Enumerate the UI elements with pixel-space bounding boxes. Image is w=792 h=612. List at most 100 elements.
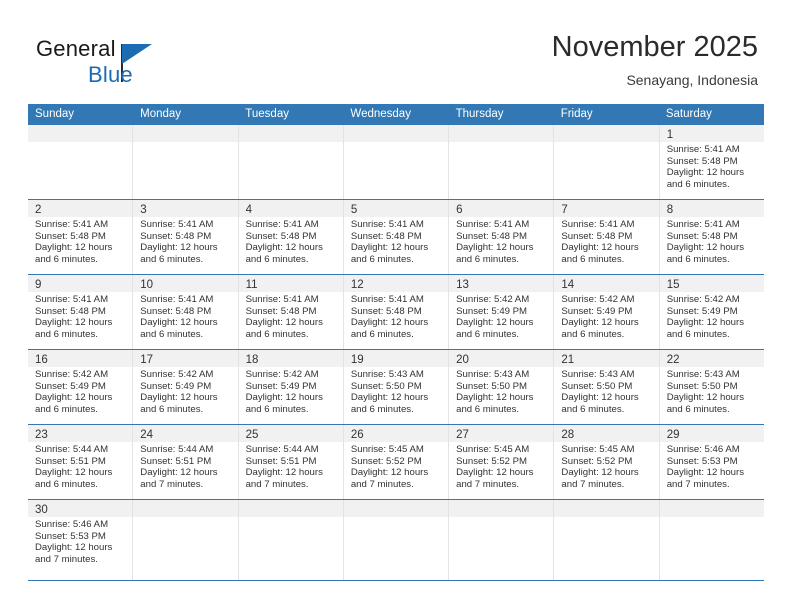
day-detail-list: Sunrise: 5:42 AM Sunset: 5:49 PM Daylight:… bbox=[239, 367, 343, 415]
sunset-text: Sunset: 5:49 PM bbox=[456, 305, 528, 317]
day-number-band: 27 bbox=[449, 425, 554, 442]
day-detail-list: Sunrise: 5:45 AM Sunset: 5:52 PM Daylight:… bbox=[449, 442, 553, 490]
calendar-day-cell[interactable]: 4 Sunrise: 5:41 AM Sunset: 5:48 PM Daylight… bbox=[238, 200, 344, 274]
calendar-day-cell-empty bbox=[554, 500, 660, 580]
daylight-text: and 6 minutes. bbox=[666, 403, 730, 415]
brand-name-bottom: Blue bbox=[88, 62, 133, 87]
daylight-text: Daylight: 12 hours bbox=[350, 392, 429, 404]
calendar-day-cell[interactable]: 11 Sunrise: 5:41 AM Sunset: 5:48 PM Dayligh… bbox=[238, 275, 344, 349]
sunset-text: Sunset: 5:52 PM bbox=[561, 455, 633, 467]
brand-logo[interactable]: General Blue bbox=[36, 36, 186, 92]
calendar-day-cell[interactable]: 6 Sunrise: 5:41 AM Sunset: 5:48 PM Daylight… bbox=[449, 200, 555, 274]
day-detail-list bbox=[449, 517, 553, 519]
calendar-week-row: 2 Sunrise: 5:41 AM Sunset: 5:48 PM Daylight… bbox=[28, 200, 764, 275]
calendar-day-cell[interactable]: 20 Sunrise: 5:43 AM Sunset: 5:50 PM Dayligh… bbox=[449, 350, 555, 424]
day-number: 16 bbox=[35, 354, 48, 366]
day-detail-list: Sunrise: 5:44 AM Sunset: 5:51 PM Daylight:… bbox=[133, 442, 237, 490]
day-detail-list bbox=[554, 142, 658, 144]
day-detail-list bbox=[239, 517, 343, 519]
day-detail-list: Sunrise: 5:44 AM Sunset: 5:51 PM Daylight:… bbox=[239, 442, 343, 490]
calendar-day-cell[interactable]: 29 Sunrise: 5:46 AM Sunset: 5:53 PM Dayligh… bbox=[659, 425, 764, 499]
sunset-text: Sunset: 5:49 PM bbox=[35, 380, 106, 392]
calendar-day-cell[interactable]: 13 Sunrise: 5:42 AM Sunset: 5:49 PM Dayligh… bbox=[449, 275, 555, 349]
calendar-day-cell-empty bbox=[343, 500, 450, 580]
daylight-text: and 6 minutes. bbox=[35, 478, 98, 490]
daylight-text: and 7 minutes. bbox=[456, 478, 520, 490]
calendar-grid: Sunday Monday Tuesday Wednesday Thursday… bbox=[28, 104, 764, 581]
calendar-day-cell[interactable]: 2 Sunrise: 5:41 AM Sunset: 5:48 PM Daylight… bbox=[28, 200, 134, 274]
calendar-day-cell[interactable]: 22 Sunrise: 5:43 AM Sunset: 5:50 PM Dayligh… bbox=[659, 350, 764, 424]
daylight-text: Daylight: 12 hours bbox=[245, 242, 323, 254]
calendar-day-cell[interactable]: 16 Sunrise: 5:42 AM Sunset: 5:49 PM Dayligh… bbox=[28, 350, 134, 424]
calendar-day-cell[interactable]: 21 Sunrise: 5:43 AM Sunset: 5:50 PM Dayligh… bbox=[554, 350, 660, 424]
calendar-day-cell[interactable]: 19 Sunrise: 5:43 AM Sunset: 5:50 PM Dayligh… bbox=[343, 350, 450, 424]
sunrise-text: Sunrise: 5:42 AM bbox=[35, 369, 109, 380]
day-detail-list bbox=[660, 517, 764, 519]
calendar-day-cell-empty bbox=[238, 125, 344, 199]
sunset-text: Sunset: 5:48 PM bbox=[245, 305, 317, 317]
day-number-band bbox=[133, 500, 238, 517]
weekday-header-tuesday: Tuesday bbox=[245, 108, 289, 120]
day-number-band: 12 bbox=[343, 275, 449, 292]
daylight-text: Daylight: 12 hours bbox=[140, 392, 218, 404]
sunset-text: Sunset: 5:48 PM bbox=[350, 230, 422, 242]
sunrise-text: Sunrise: 5:42 AM bbox=[666, 294, 740, 305]
calendar-week-row: 16 Sunrise: 5:42 AM Sunset: 5:49 PM Dayligh… bbox=[28, 350, 764, 425]
sunrise-text: Sunrise: 5:42 AM bbox=[245, 369, 319, 380]
daylight-text: Daylight: 12 hours bbox=[35, 542, 113, 554]
daylight-text: and 6 minutes. bbox=[245, 253, 309, 265]
day-detail-list bbox=[239, 142, 343, 144]
day-number: 4 bbox=[245, 204, 252, 216]
day-detail-list bbox=[28, 142, 132, 144]
day-number-band: 24 bbox=[133, 425, 238, 442]
daylight-text: Daylight: 12 hours bbox=[561, 242, 639, 254]
calendar-day-cell[interactable]: 10 Sunrise: 5:41 AM Sunset: 5:48 PM Dayligh… bbox=[133, 275, 239, 349]
daylight-text: and 7 minutes. bbox=[350, 478, 414, 490]
calendar-day-cell[interactable]: 25 Sunrise: 5:44 AM Sunset: 5:51 PM Dayligh… bbox=[238, 425, 344, 499]
calendar-day-cell[interactable]: 5 Sunrise: 5:41 AM Sunset: 5:48 PM Daylight… bbox=[343, 200, 450, 274]
calendar-day-cell[interactable]: 17 Sunrise: 5:42 AM Sunset: 5:49 PM Dayligh… bbox=[133, 350, 239, 424]
day-number-band bbox=[449, 500, 554, 517]
day-number: 29 bbox=[666, 429, 680, 441]
day-number-band: 22 bbox=[659, 350, 764, 367]
day-number-band: 26 bbox=[343, 425, 449, 442]
day-number: 2 bbox=[35, 204, 42, 216]
sunset-text: Sunset: 5:53 PM bbox=[35, 530, 106, 542]
sunset-text: Sunset: 5:49 PM bbox=[140, 380, 212, 392]
calendar-day-cell[interactable]: 7 Sunrise: 5:41 AM Sunset: 5:48 PM Daylight… bbox=[554, 200, 660, 274]
calendar-day-cell[interactable]: 23 Sunrise: 5:44 AM Sunset: 5:51 PM Dayligh… bbox=[28, 425, 134, 499]
daylight-text: and 7 minutes. bbox=[35, 553, 98, 565]
day-number-band: 18 bbox=[238, 350, 343, 367]
calendar-day-cell[interactable]: 8 Sunrise: 5:41 AM Sunset: 5:48 PM Daylight… bbox=[659, 200, 764, 274]
calendar-day-cell[interactable]: 9 Sunrise: 5:41 AM Sunset: 5:48 PM Daylight… bbox=[28, 275, 134, 349]
calendar-day-cell-empty bbox=[28, 125, 134, 199]
calendar-day-cell[interactable]: 1 Sunrise: 5:41 AM Sunset: 5:48 PM Daylight… bbox=[659, 125, 764, 199]
calendar-day-cell[interactable]: 12 Sunrise: 5:41 AM Sunset: 5:48 PM Dayligh… bbox=[343, 275, 450, 349]
sunset-text: Sunset: 5:49 PM bbox=[666, 305, 738, 317]
brand-name-top: General bbox=[36, 36, 116, 61]
day-number: 14 bbox=[561, 279, 575, 291]
day-number-band bbox=[343, 500, 449, 517]
calendar-day-cell[interactable]: 18 Sunrise: 5:42 AM Sunset: 5:49 PM Dayligh… bbox=[238, 350, 344, 424]
calendar-day-cell[interactable]: 27 Sunrise: 5:45 AM Sunset: 5:52 PM Dayligh… bbox=[449, 425, 555, 499]
calendar-day-cell[interactable]: 28 Sunrise: 5:45 AM Sunset: 5:52 PM Dayligh… bbox=[554, 425, 660, 499]
daylight-text: and 6 minutes. bbox=[666, 178, 730, 190]
day-number-band: 10 bbox=[133, 275, 238, 292]
sunset-text: Sunset: 5:48 PM bbox=[456, 230, 528, 242]
day-detail-list: Sunrise: 5:41 AM Sunset: 5:48 PM Daylight:… bbox=[344, 292, 448, 340]
page-title: November 2025 bbox=[551, 31, 758, 63]
calendar-day-cell[interactable]: 30 Sunrise: 5:46 AM Sunset: 5:53 PM Dayligh… bbox=[28, 500, 134, 580]
daylight-text: Daylight: 12 hours bbox=[245, 392, 323, 404]
calendar-day-cell[interactable]: 24 Sunrise: 5:44 AM Sunset: 5:51 PM Dayligh… bbox=[133, 425, 239, 499]
sunset-text: Sunset: 5:51 PM bbox=[140, 455, 212, 467]
calendar-day-cell[interactable]: 3 Sunrise: 5:41 AM Sunset: 5:48 PM Daylight… bbox=[133, 200, 239, 274]
day-detail-list: Sunrise: 5:41 AM Sunset: 5:48 PM Daylight:… bbox=[239, 292, 343, 340]
sunrise-text: Sunrise: 5:44 AM bbox=[245, 444, 319, 455]
day-detail-list bbox=[344, 517, 448, 519]
day-number: 8 bbox=[666, 204, 674, 216]
calendar-day-cell[interactable]: 15 Sunrise: 5:42 AM Sunset: 5:49 PM Dayligh… bbox=[659, 275, 764, 349]
calendar-day-cell[interactable]: 14 Sunrise: 5:42 AM Sunset: 5:49 PM Dayligh… bbox=[554, 275, 660, 349]
calendar-day-cell[interactable]: 26 Sunrise: 5:45 AM Sunset: 5:52 PM Dayligh… bbox=[343, 425, 450, 499]
sunrise-text: Sunrise: 5:41 AM bbox=[35, 219, 109, 230]
daylight-text: Daylight: 12 hours bbox=[666, 242, 745, 254]
